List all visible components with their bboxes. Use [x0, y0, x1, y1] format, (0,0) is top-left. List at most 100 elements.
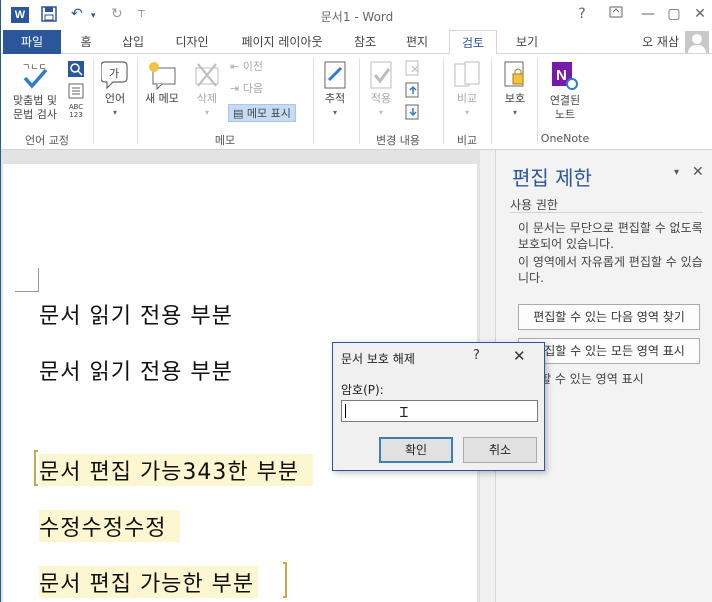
group-label-proofing: 언어 교정: [25, 134, 69, 147]
tracking-button[interactable]: 추적 ▾: [317, 60, 353, 120]
tab-page-layout[interactable]: 페이지 레이아웃: [229, 30, 335, 54]
cancel-button[interactable]: 취소: [463, 437, 537, 463]
chevron-down-icon: ▾: [332, 108, 337, 117]
tab-home[interactable]: 홈: [69, 30, 103, 54]
ok-button[interactable]: 확인: [379, 437, 453, 463]
spelling-grammar-label: 맞춤법 및 문법 검사: [13, 94, 57, 121]
previous-comment-icon: ⇤: [230, 60, 243, 73]
language-icon: 가: [101, 61, 128, 90]
dialog-help-button[interactable]: ?: [473, 348, 480, 363]
new-comment-button[interactable]: 새 메모: [141, 60, 183, 106]
editable-region-end-bracket: [283, 562, 287, 598]
tracking-label: 추적: [324, 92, 346, 105]
compare-icon: [454, 61, 480, 87]
accept-change-button[interactable]: 적용 ▾: [363, 60, 399, 120]
group-label-changes: 변경 내용: [376, 134, 420, 147]
reject-change-icon[interactable]: [405, 60, 421, 76]
onenote-icon: N: [552, 62, 578, 90]
next-comment-button[interactable]: ⇥ 다음: [230, 80, 263, 98]
next-comment-icon: ⇥: [230, 82, 243, 95]
delete-comment-button[interactable]: 삭제 ▾: [189, 60, 225, 120]
delete-comment-icon: [195, 63, 219, 87]
find-next-region-button[interactable]: 편집할 수 있는 다음 영역 찾기: [518, 304, 700, 330]
tab-design[interactable]: 디자인: [163, 30, 221, 54]
protect-icon: [504, 61, 524, 87]
show-comments-button[interactable]: ▤ 메모 표시: [228, 104, 296, 122]
restore-button[interactable]: ▢: [663, 6, 685, 22]
protection-message: 이 문서는 무단으로 편집할 수 없도록 보호되어 있습니다.: [518, 221, 703, 251]
language-button[interactable]: 가 언어 ▾: [97, 60, 133, 120]
dialog-close-button[interactable]: ✕: [513, 347, 526, 365]
ribbon-review: ㄱㄴㄷ 맞춤법 및 문법 검사 ABC 123 언어 교정 가 언어 ▾ 새 메…: [1, 54, 712, 150]
svg-text:N: N: [556, 67, 567, 84]
group-label-comments: 메모: [214, 134, 236, 147]
tab-review[interactable]: 검토: [449, 30, 497, 55]
free-edit-message: 이 영역에서 자유롭게 편집할 수 있습니다.: [518, 255, 703, 285]
new-comment-label: 새 메모: [145, 92, 179, 105]
show-comments-label: 메모 표시: [246, 107, 291, 120]
spelling-grammar-button[interactable]: ㄱㄴㄷ 맞춤법 및 문법 검사: [7, 60, 63, 122]
linked-notes-button[interactable]: N 연결된 노트: [541, 60, 589, 122]
tab-view[interactable]: 보기: [505, 30, 549, 54]
tab-insert[interactable]: 삽입: [111, 30, 155, 54]
tab-file[interactable]: 파일: [3, 30, 61, 54]
word-count-icon[interactable]: ABC 123: [66, 103, 86, 123]
group-label-compare: 비교: [456, 134, 478, 147]
title-bar: W ↶ ▾ ↻ ⊤ 문서1 - Word ? — ▢ ✕: [1, 0, 712, 30]
compare-button[interactable]: 비교 ▾: [447, 60, 487, 120]
chevron-down-icon: ▾: [378, 108, 383, 117]
doc-line-readonly-2[interactable]: 문서 읽기 전용 부분: [39, 354, 233, 386]
user-name[interactable]: 오 재삼: [642, 30, 679, 54]
word-window: W ↶ ▾ ↻ ⊤ 문서1 - Word ? — ▢ ✕ 파일 홈 삽입 디자인…: [0, 0, 712, 602]
help-button[interactable]: ?: [571, 6, 593, 22]
linked-notes-label: 연결된 노트: [549, 94, 581, 121]
previous-change-icon[interactable]: [405, 82, 421, 98]
close-button[interactable]: ✕: [689, 6, 711, 22]
protect-label: 보호: [504, 92, 526, 105]
tab-mailings[interactable]: 편지: [395, 30, 439, 54]
previous-comment-button[interactable]: ⇤ 이전: [230, 58, 263, 76]
compare-label: 비교: [456, 92, 478, 105]
text-caret: [345, 404, 346, 418]
separator: [443, 58, 444, 144]
separator: [537, 58, 538, 144]
minimize-button[interactable]: —: [637, 6, 659, 22]
pane-close-icon[interactable]: ✕: [692, 164, 704, 180]
dialog-title: 문서 보호 해제: [341, 352, 415, 366]
separator: [359, 58, 360, 144]
svg-text:가: 가: [109, 67, 119, 80]
research-icon[interactable]: [67, 60, 85, 78]
chevron-down-icon: ▾: [512, 108, 517, 117]
password-input[interactable]: Ɪ: [341, 400, 538, 422]
tab-references[interactable]: 참조: [343, 30, 387, 54]
chevron-down-icon: ▾: [204, 108, 209, 117]
ibeam-cursor-icon: Ɪ: [400, 405, 408, 421]
ribbon-display-options-icon[interactable]: [605, 6, 627, 22]
tracking-icon: [324, 61, 346, 89]
previous-comment-label: 이전: [242, 60, 263, 73]
spellcheck-icon: ㄱㄴㄷ: [22, 63, 48, 89]
doc-line-editable-2[interactable]: 수정수정수정: [39, 510, 181, 542]
next-change-icon[interactable]: [405, 104, 421, 120]
protect-button[interactable]: 보호 ▾: [495, 60, 535, 120]
doc-line-editable-1[interactable]: 문서 편집 가능343한 부분: [39, 454, 314, 486]
avatar[interactable]: [685, 31, 709, 53]
separator: [491, 58, 492, 144]
editable-region-start-bracket: [34, 450, 38, 486]
doc-line-editable-3[interactable]: 문서 편집 가능한 부분: [39, 566, 259, 598]
divider: [510, 212, 703, 213]
pane-title: 편집 제한: [512, 166, 592, 190]
delete-comment-label: 삭제: [196, 92, 218, 105]
ribbon-tabs: 파일 홈 삽입 디자인 페이지 레이아웃 참조 편지 검토 보기 오 재삼: [1, 30, 712, 55]
group-label-onenote: OneNote: [540, 132, 590, 145]
chevron-down-icon: ▾: [464, 108, 469, 117]
thesaurus-icon[interactable]: [67, 82, 85, 100]
permissions-heading: 사용 권한: [510, 198, 558, 212]
language-label: 언어: [104, 92, 126, 105]
margin-corner-mark: [15, 268, 39, 292]
show-comments-icon: ▤: [233, 107, 247, 120]
show-all-regions-button[interactable]: 편집할 수 있는 모든 영역 표시: [518, 338, 700, 364]
pane-options-icon[interactable]: ▾: [674, 167, 679, 178]
separator: [313, 58, 314, 144]
doc-line-readonly-1[interactable]: 문서 읽기 전용 부분: [39, 298, 233, 330]
